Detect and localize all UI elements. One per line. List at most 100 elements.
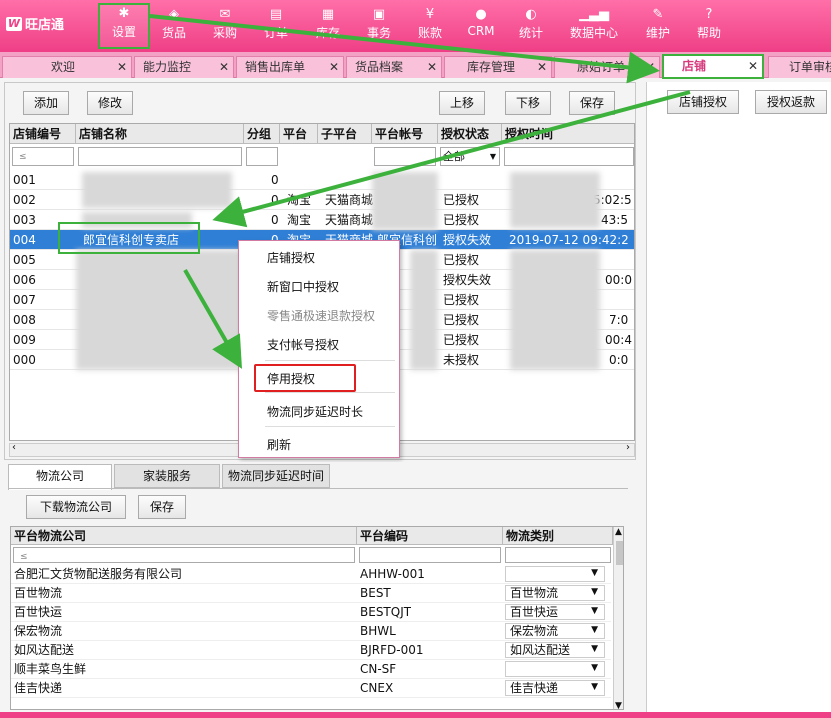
logistics-type-select[interactable]: ▼ xyxy=(505,566,605,582)
logistics-save-button[interactable]: 保存 xyxy=(138,495,186,519)
col-platform[interactable]: 平台 xyxy=(280,124,318,144)
nav-accounts[interactable]: ¥ 账款 xyxy=(404,6,456,41)
filter-group[interactable] xyxy=(246,147,278,166)
col-sub-platform[interactable]: 子平台 xyxy=(318,124,372,144)
logistics-type-select[interactable]: 保宏物流 ▼ xyxy=(505,623,605,639)
filter-logistics-code[interactable] xyxy=(359,547,501,563)
filter-logistics-type[interactable] xyxy=(505,547,611,563)
save-button[interactable]: 保存 xyxy=(569,91,615,115)
nav-data-center[interactable]: ▁▃▅ 数据中心 xyxy=(562,6,626,41)
nav-stock[interactable]: ▦ 库存 xyxy=(302,6,354,41)
tab-stock-management[interactable]: 库存管理 ✕ xyxy=(444,56,552,78)
close-icon[interactable]: ✕ xyxy=(748,56,758,77)
filter-shop-name[interactable] xyxy=(78,147,242,166)
filter-auth-time[interactable] xyxy=(504,147,634,166)
logo-icon: W xyxy=(6,16,22,31)
list-item[interactable]: 合肥汇文货物配送服务有限公司 AHHW-001 ▼ xyxy=(11,565,611,584)
menu-fast-refund-auth[interactable]: 零售通极速退款授权 xyxy=(267,307,375,324)
close-icon[interactable]: ✕ xyxy=(329,57,339,78)
nav-maintenance[interactable]: ✎ 维护 xyxy=(632,6,684,41)
download-logistics-button[interactable]: 下载物流公司 xyxy=(26,495,126,519)
list-item[interactable]: 如风达配送 BJRFD-001 如风达配送 ▼ xyxy=(11,641,611,660)
tab-shops[interactable]: 店铺 ✕ xyxy=(662,54,764,79)
scroll-thumb[interactable] xyxy=(616,541,623,565)
menu-logistics-sync-delay[interactable]: 物流同步延迟时长 xyxy=(267,403,363,420)
tab-goods-archive[interactable]: 货品档案 ✕ xyxy=(346,56,442,78)
clipboard-icon: ▤ xyxy=(269,7,283,22)
tab-order-review[interactable]: 订单审核 xyxy=(768,56,831,78)
shop-auth-button[interactable]: 店铺授权 xyxy=(667,90,739,114)
move-up-button[interactable]: 上移 xyxy=(439,91,485,115)
vertical-scrollbar[interactable]: ▲ ▼ xyxy=(613,527,623,709)
move-down-button[interactable]: 下移 xyxy=(505,91,551,115)
list-item[interactable]: 佳吉快递 CNEX 佳吉快递 ▼ xyxy=(11,679,611,698)
nav-affairs[interactable]: ▣ 事务 xyxy=(353,6,405,41)
close-icon[interactable]: ✕ xyxy=(219,57,229,78)
menu-separator xyxy=(265,426,395,427)
nav-help[interactable]: ? 帮助 xyxy=(683,6,735,41)
close-icon[interactable]: ✕ xyxy=(427,57,437,78)
tab-sales-outbound[interactable]: 销售出库单 ✕ xyxy=(236,56,344,78)
menu-auth-new-window[interactable]: 新窗口中授权 xyxy=(267,278,339,295)
cell-logistics-name: 合肥汇文货物配送服务有限公司 xyxy=(14,567,183,581)
scroll-down-icon[interactable]: ▼ xyxy=(615,701,622,709)
list-item[interactable]: 百世物流 BEST 百世物流 ▼ xyxy=(11,584,611,603)
nav-crm[interactable]: ● CRM xyxy=(455,6,507,38)
edit-button[interactable]: 修改 xyxy=(87,91,133,115)
list-item[interactable]: 保宏物流 BHWL 保宏物流 ▼ xyxy=(11,622,611,641)
nav-statistics[interactable]: ◐ 统计 xyxy=(505,6,557,41)
cell-platform: 淘宝 xyxy=(287,193,312,207)
cell-time: 00:0 xyxy=(605,273,632,287)
nav-goods[interactable]: ◈ 货品 xyxy=(148,6,200,41)
logistics-type-select[interactable]: ▼ xyxy=(505,661,605,677)
col-shop-id[interactable]: 店铺编号 xyxy=(10,124,76,144)
select-value: 百世物流 xyxy=(510,586,559,600)
nav-purchase[interactable]: ✉ 采购 xyxy=(199,6,251,41)
close-icon[interactable]: ✕ xyxy=(537,57,547,78)
nav-label: 维护 xyxy=(645,26,670,40)
scroll-left-icon[interactable]: ‹ xyxy=(12,442,16,453)
col-group[interactable]: 分组 xyxy=(244,124,280,144)
cell-id: 006 xyxy=(13,273,36,287)
col-shop-name[interactable]: 店铺名称 xyxy=(76,124,244,144)
close-icon[interactable]: ✕ xyxy=(117,57,127,78)
filter-auth-status-select[interactable]: 全部 ▼ xyxy=(440,147,500,166)
cell-group: 0 xyxy=(271,193,279,207)
nav-settings[interactable]: ✱ 设置 xyxy=(98,3,150,49)
close-icon[interactable]: ✕ xyxy=(645,57,655,78)
tab-label: 欢迎 xyxy=(51,60,76,74)
scroll-right-icon[interactable]: › xyxy=(626,442,630,453)
scroll-up-icon[interactable]: ▲ xyxy=(615,527,622,537)
nav-orders[interactable]: ▤ 订单 xyxy=(250,6,302,41)
logistics-type-select[interactable]: 百世物流 ▼ xyxy=(505,585,605,601)
tab-label: 能力监控 xyxy=(143,60,192,74)
auth-refund-button[interactable]: 授权返款 xyxy=(755,90,827,114)
logistics-type-select[interactable]: 如风达配送 ▼ xyxy=(505,642,605,658)
logistics-type-select[interactable]: 佳吉快递 ▼ xyxy=(505,680,605,696)
add-button[interactable]: 添加 xyxy=(23,91,69,115)
tab-original-orders[interactable]: 原始订单 ✕ xyxy=(554,56,660,78)
menu-payment-account-auth[interactable]: 支付帐号授权 xyxy=(267,336,339,353)
col-auth-status[interactable]: 授权状态 xyxy=(438,124,502,144)
redacted-area xyxy=(510,250,600,370)
col-auth-time[interactable]: 授权时间 xyxy=(502,124,634,144)
tab-home-service[interactable]: 家装服务 xyxy=(114,464,220,488)
col-platform-account[interactable]: 平台帐号 xyxy=(372,124,438,144)
logistics-type-select[interactable]: 百世快运 ▼ xyxy=(505,604,605,620)
filter-account[interactable] xyxy=(374,147,436,166)
col-logistics-type[interactable]: 物流类别 xyxy=(503,527,613,545)
tab-monitor[interactable]: 能力监控 ✕ xyxy=(134,56,234,78)
list-item[interactable]: 顺丰菜鸟生鲜 CN-SF ▼ xyxy=(11,660,611,679)
filter-shop-id[interactable]: ≤ xyxy=(12,147,74,166)
tab-logistics-company[interactable]: 物流公司 xyxy=(8,464,112,490)
tab-logistics-sync-delay[interactable]: 物流同步延迟时间 xyxy=(222,464,330,488)
col-platform-code[interactable]: 平台编码 xyxy=(357,527,503,545)
menu-shop-auth[interactable]: 店铺授权 xyxy=(267,249,315,266)
menu-refresh[interactable]: 刷新 xyxy=(267,436,291,453)
cell-sub-platform: 天猫商城 xyxy=(325,213,374,227)
list-item[interactable]: 百世快运 BESTQJT 百世快运 ▼ xyxy=(11,603,611,622)
filter-logistics-name[interactable]: ≤ xyxy=(13,547,355,563)
tab-welcome[interactable]: 欢迎 ✕ xyxy=(2,56,132,78)
col-platform-logistics[interactable]: 平台物流公司 xyxy=(11,527,357,545)
cell-group: 0 xyxy=(271,213,279,227)
